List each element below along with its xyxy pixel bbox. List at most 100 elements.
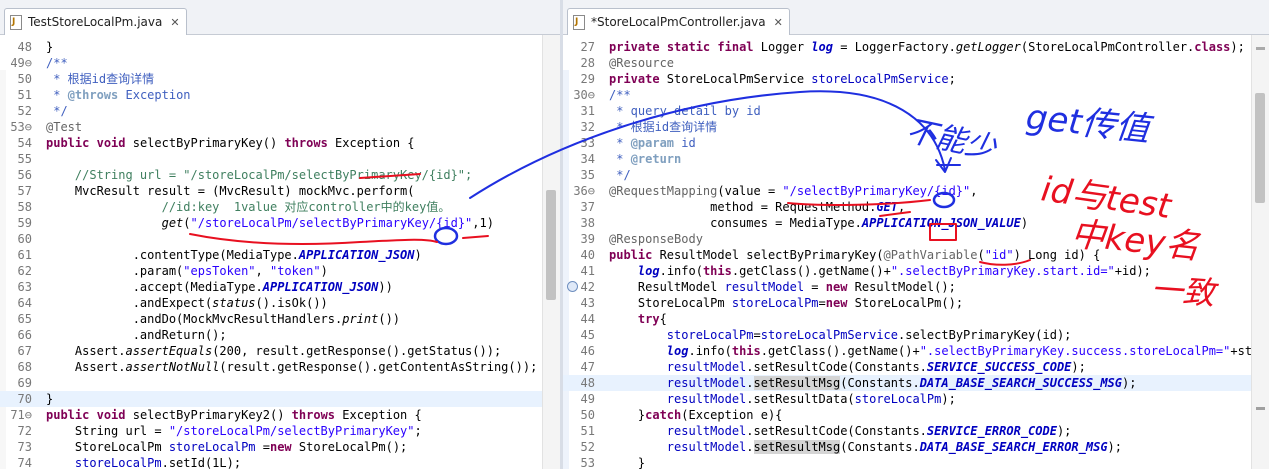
code-token: static: [666, 40, 711, 54]
code-line[interactable]: 30⊖ /**: [563, 87, 1269, 103]
code-text: public void selectByPrimaryKey2() throws…: [46, 407, 422, 423]
line-number: 31: [580, 104, 595, 118]
code-token: (: [183, 216, 191, 230]
code-line[interactable]: 48}: [0, 39, 560, 55]
code-line[interactable]: 74 storeLocalPm.setId(1L);: [0, 455, 560, 469]
close-tab-icon[interactable]: ✕: [774, 16, 783, 29]
close-tab-icon[interactable]: ✕: [170, 16, 179, 29]
code-token: Assert.: [46, 360, 126, 374]
left-code-editor[interactable]: 48} 49⊖/** 50 * 根据id查询详情 51 * @throws Excep…: [0, 35, 560, 469]
code-line[interactable]: 72 String url = "/storeLocalPm/selectByP…: [0, 423, 560, 439]
code-text: @Resource: [609, 55, 674, 71]
code-token: Logger: [753, 40, 812, 54]
code-line[interactable]: 39 @ResponseBody: [563, 231, 1269, 247]
code-token: @throws: [67, 88, 119, 102]
code-line[interactable]: 27 private static final Logger log = Logg…: [563, 39, 1269, 55]
code-token: ,: [898, 200, 906, 214]
right-scroll-thumb[interactable]: [1255, 93, 1265, 203]
code-line[interactable]: 38 consumes = MediaType.APPLICATION_JSON…: [563, 215, 1269, 231]
code-line[interactable]: 32 * 根据id查询详情: [563, 119, 1269, 135]
line-number: 62: [17, 264, 32, 278]
code-token: .setResultCode(Constants.: [746, 360, 927, 374]
code-line[interactable]: 52 */: [0, 103, 560, 119]
code-line[interactable]: 70}: [0, 391, 560, 407]
code-line[interactable]: 41 log.info(this.getClass().getName()+".…: [563, 263, 1269, 279]
line-number: 41: [580, 264, 595, 278]
code-token: DATA_BASE_SEARCH_SUCCESS_MSG: [919, 376, 1122, 390]
code-line[interactable]: 61 .contentType(MediaType.APPLICATION_JS…: [0, 247, 560, 263]
code-line[interactable]: 53 }: [563, 455, 1269, 469]
code-line[interactable]: 54 public void selectByPrimaryKey() throw…: [0, 135, 560, 151]
code-token: @RequestMapping: [609, 184, 718, 198]
code-line[interactable]: 44 try{: [563, 311, 1269, 327]
code-line[interactable]: 33 * @param id: [563, 135, 1269, 151]
code-line[interactable]: 31 * query detail by id: [563, 103, 1269, 119]
code-line[interactable]: 62 .param("epsToken", "token"): [0, 263, 560, 279]
code-line[interactable]: 59 get("/storeLocalPm/selectByPrimaryKey…: [0, 215, 560, 231]
code-line[interactable]: 64 .andExpect(status().isOk()): [0, 295, 560, 311]
code-text: public ResultModel selectByPrimaryKey(@P…: [609, 247, 1100, 263]
code-token: print: [342, 312, 379, 326]
code-line[interactable]: 29 private StoreLocalPmService storeLocal…: [563, 71, 1269, 87]
code-line[interactable]: 47 resultModel.setResultCode(Constants.S…: [563, 359, 1269, 375]
code-line[interactable]: 40 public ResultModel selectByPrimaryKey(…: [563, 247, 1269, 263]
code-line[interactable]: 67 Assert.assertEquals(200, result.getRe…: [0, 343, 560, 359]
code-line[interactable]: 50 * 根据id查询详情: [0, 71, 560, 87]
tab-test-store-local-pm[interactable]: J TestStoreLocalPm.java ✕: [4, 8, 187, 35]
line-number: 73: [17, 440, 32, 454]
code-token: ;: [414, 424, 422, 438]
code-line[interactable]: 51 resultModel.setResultCode(Constants.S…: [563, 423, 1269, 439]
code-line[interactable]: 42 ResultModel resultModel = new ResultM…: [563, 279, 1269, 295]
code-text: }: [46, 39, 53, 55]
code-line[interactable]: 37 method = RequestMethod.GET,: [563, 199, 1269, 215]
code-token: void: [96, 408, 126, 422]
code-text: //id:key 1value 对应controller中的key值。: [46, 199, 451, 215]
left-vertical-scrollbar[interactable]: [542, 35, 560, 469]
code-line[interactable]: 71⊖ public void selectByPrimaryKey2() thr…: [0, 407, 560, 423]
code-token: "id": [984, 248, 1014, 262]
code-line[interactable]: 69: [0, 375, 560, 391]
code-line[interactable]: 28 @Resource: [563, 55, 1269, 71]
code-line[interactable]: 48 resultModel.setResultMsg(Constants.DA…: [563, 375, 1269, 391]
code-line[interactable]: 50 }catch(Exception e){: [563, 407, 1269, 423]
line-number: 47: [580, 360, 595, 374]
line-number: 48: [17, 40, 32, 54]
code-line[interactable]: 49 resultModel.setResultData(storeLocalP…: [563, 391, 1269, 407]
code-line[interactable]: 45 storeLocalPm=storeLocalPmService.sele…: [563, 327, 1269, 343]
code-line[interactable]: 65 .andDo(MockMvcResultHandlers.print()): [0, 311, 560, 327]
right-code-editor[interactable]: 27 private static final Logger log = Logg…: [563, 35, 1269, 469]
code-line[interactable]: 49⊖ /**: [0, 55, 560, 71]
code-line[interactable]: 52 resultModel.setResultMsg(Constants.DA…: [563, 439, 1269, 455]
code-line[interactable]: 53⊖ @Test: [0, 119, 560, 135]
code-line[interactable]: 66 .andReturn();: [0, 327, 560, 343]
code-token: private: [609, 40, 660, 54]
code-line[interactable]: 46 log.info(this.getClass().getName()+".…: [563, 343, 1269, 359]
code-line[interactable]: 73 StoreLocalPm storeLocalPm =new StoreL…: [0, 439, 560, 455]
line-number: 71⊖: [10, 408, 32, 422]
code-line[interactable]: 63 .accept(MediaType.APPLICATION_JSON)): [0, 279, 560, 295]
code-line[interactable]: 36⊖ @RequestMapping(value = "/selectByPri…: [563, 183, 1269, 199]
line-number: 70: [17, 392, 32, 406]
right-vertical-scrollbar[interactable]: [1251, 35, 1269, 469]
code-token: resultModel: [666, 392, 747, 406]
code-token: Assert.: [46, 344, 126, 358]
code-line[interactable]: 58 //id:key 1value 对应controller中的key值。: [0, 199, 560, 215]
code-token: .setResultCode(Constants.: [746, 424, 927, 438]
tab-store-local-pm-controller[interactable]: J *StoreLocalPmController.java ✕: [567, 8, 790, 35]
code-line[interactable]: 56 //String url = "/storeLocalPm/selectB…: [0, 167, 560, 183]
code-line[interactable]: 34 * @return: [563, 151, 1269, 167]
code-line[interactable]: 68 Assert.assertNotNull(result.getRespon…: [0, 359, 560, 375]
code-token: * 根据id查询详情: [46, 72, 155, 86]
code-token: setResultMsg: [753, 440, 841, 454]
left-scroll-thumb[interactable]: [546, 190, 556, 300]
code-token: );: [1071, 360, 1086, 374]
code-token: SERVICE_ERROR_CODE: [926, 424, 1057, 438]
code-line[interactable]: 60: [0, 231, 560, 247]
right-editor-pane: J *StoreLocalPmController.java ✕ 27 priva…: [563, 0, 1269, 469]
code-line[interactable]: 57 MvcResult result = (MvcResult) mockMv…: [0, 183, 560, 199]
code-line[interactable]: 51 * @throws Exception: [0, 87, 560, 103]
code-line[interactable]: 43 StoreLocalPm storeLocalPm=new StoreLo…: [563, 295, 1269, 311]
code-line[interactable]: 35 */: [563, 167, 1269, 183]
code-line[interactable]: 55: [0, 151, 560, 167]
